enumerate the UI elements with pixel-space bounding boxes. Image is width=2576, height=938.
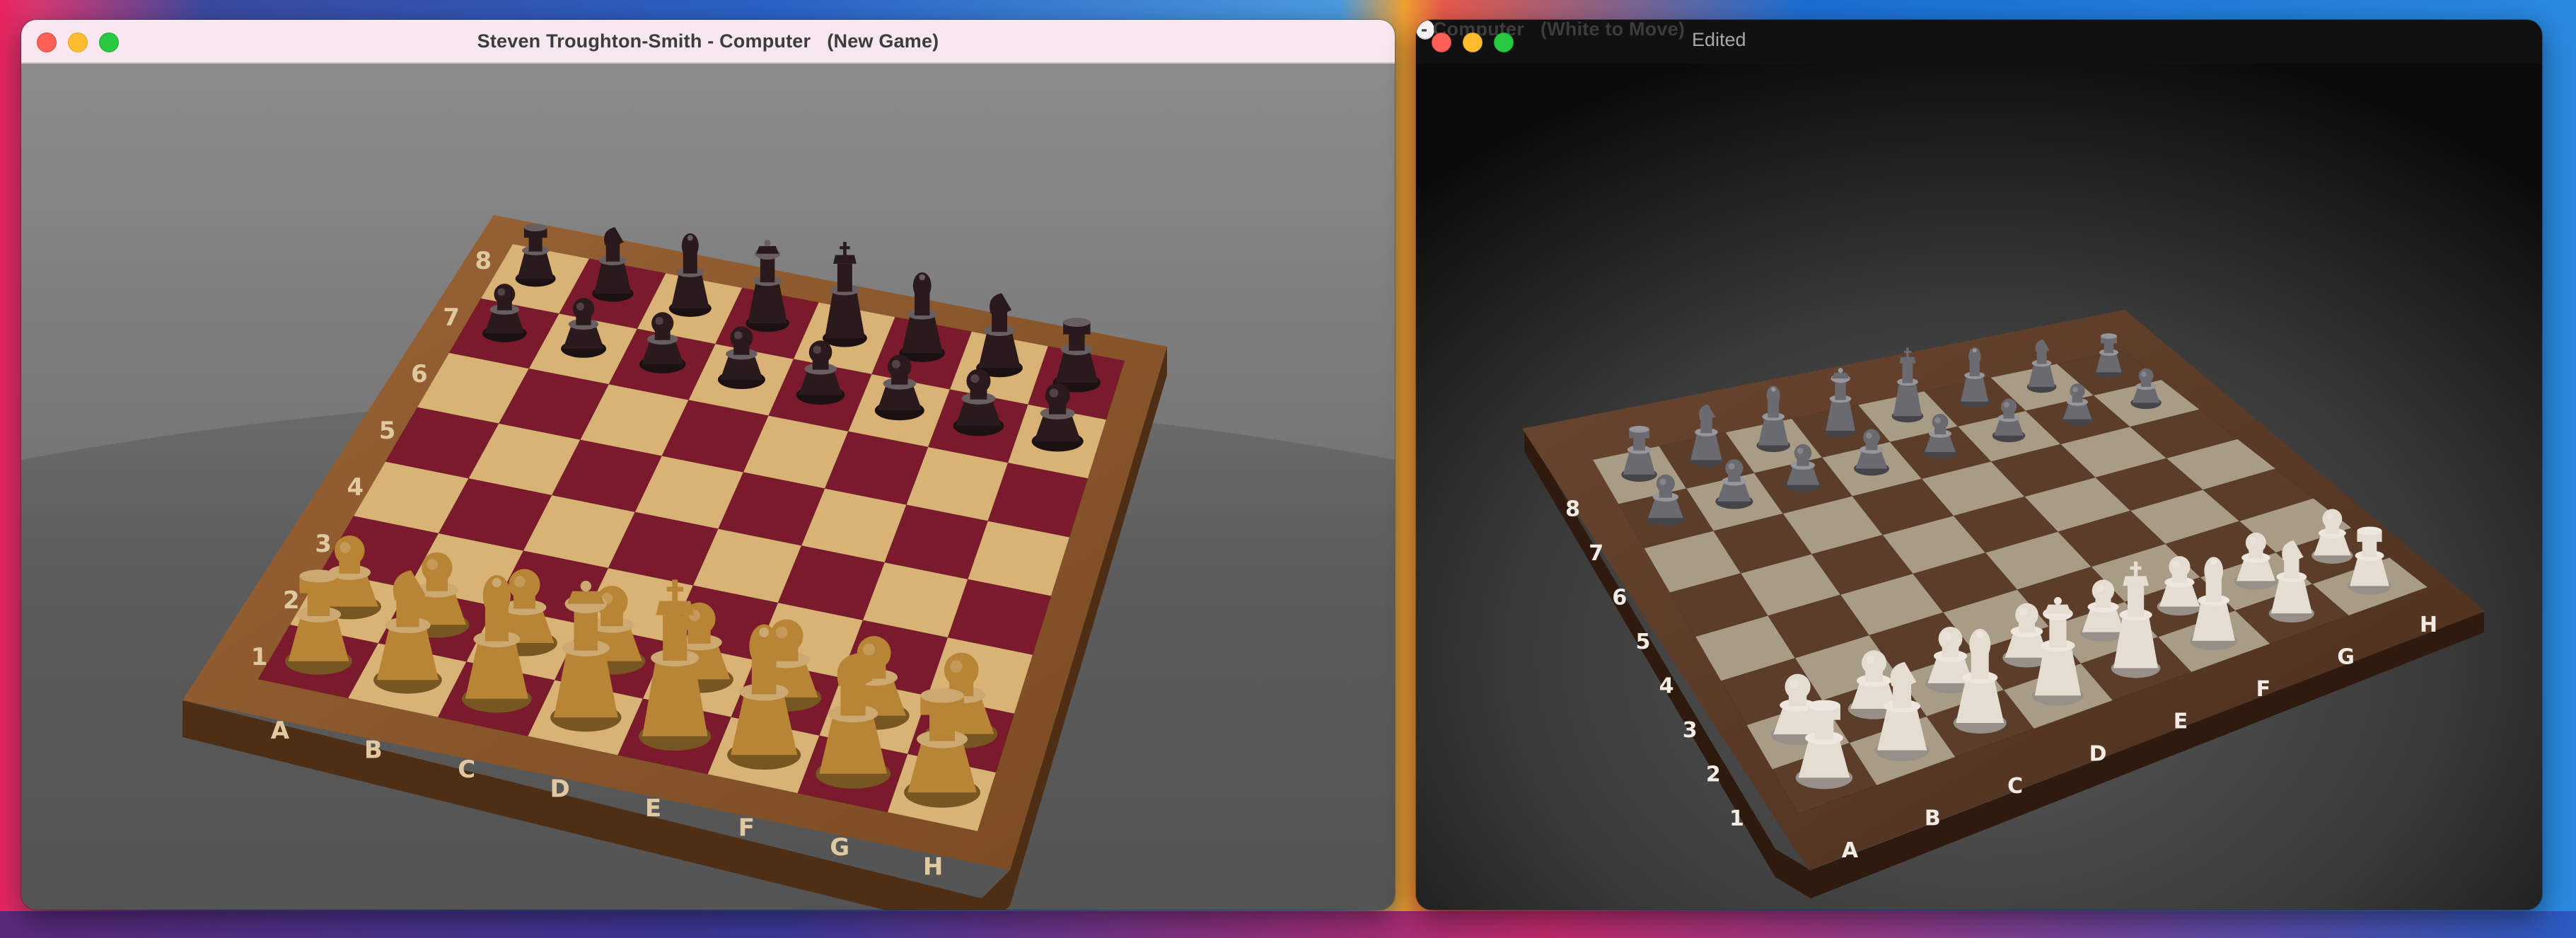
file-label: A xyxy=(271,717,290,745)
rank-label: 5 xyxy=(1636,630,1651,654)
left-board-scene[interactable]: A B C D E F G H 12345 678 xyxy=(21,64,1395,910)
rank-label: 1 xyxy=(1729,806,1744,831)
file-label: D xyxy=(2089,741,2107,766)
file-label: H xyxy=(2420,613,2437,637)
rank-label: 2 xyxy=(283,586,300,615)
rank-label: 8 xyxy=(475,247,492,275)
rank-label: 2 xyxy=(1706,762,1721,787)
zoom-button[interactable] xyxy=(99,33,119,52)
close-button[interactable] xyxy=(37,33,57,52)
rank-label: 5 xyxy=(379,417,396,445)
rank-label: 4 xyxy=(1659,673,1674,698)
file-label: F xyxy=(738,813,755,842)
rank-label: 7 xyxy=(1589,541,1603,566)
left-board-view[interactable]: A B C D E F G H 12345 678 xyxy=(21,64,1395,910)
right-chess-window[interactable]: Game 1 | Steven Troughton-Smith - Comput… xyxy=(1416,20,2542,910)
rank-label: 3 xyxy=(1683,718,1698,743)
rank-label: 6 xyxy=(411,360,428,388)
file-label: D xyxy=(550,775,569,803)
right-traffic-lights xyxy=(1432,33,1514,52)
file-label: E xyxy=(645,794,661,823)
left-titlebar[interactable]: Steven Troughton-Smith - Computer (New G… xyxy=(21,20,1395,64)
minimize-button[interactable] xyxy=(68,33,88,52)
right-board-scene[interactable]: A B C D E F G H 12345678 xyxy=(1416,64,2542,910)
rank-label: 7 xyxy=(443,303,460,332)
zoom-button[interactable] xyxy=(1494,33,1514,52)
desktop-wallpaper xyxy=(0,911,2576,938)
left-window-title: Steven Troughton-Smith - Computer (New G… xyxy=(477,30,939,52)
right-titlebar[interactable]: Game 1 | Steven Troughton-Smith - Comput… xyxy=(1416,20,1746,52)
file-label: A xyxy=(1842,838,1859,863)
file-label: G xyxy=(2337,644,2355,669)
file-label: C xyxy=(458,755,475,784)
left-chess-window[interactable]: Steven Troughton-Smith - Computer (New G… xyxy=(21,20,1395,910)
file-label: E xyxy=(2174,710,2188,734)
file-label: F xyxy=(2256,677,2271,702)
rank-label: 6 xyxy=(1612,585,1627,610)
rank-label: 8 xyxy=(1565,497,1580,521)
left-traffic-lights xyxy=(37,33,119,52)
file-label: B xyxy=(364,736,383,764)
edited-indicator: — Edited xyxy=(1692,20,1746,50)
file-label: B xyxy=(1925,806,1941,831)
close-button[interactable] xyxy=(1432,33,1451,52)
right-board-view[interactable]: A B C D E F G H 12345678 xyxy=(1416,64,2542,910)
rank-label: 4 xyxy=(347,473,364,502)
minimize-button[interactable] xyxy=(1463,33,1483,52)
file-label: G xyxy=(830,833,849,862)
file-label: C xyxy=(2007,774,2023,799)
rank-label: 3 xyxy=(315,530,332,558)
rank-label: 1 xyxy=(251,643,268,671)
file-label: H xyxy=(923,852,943,881)
